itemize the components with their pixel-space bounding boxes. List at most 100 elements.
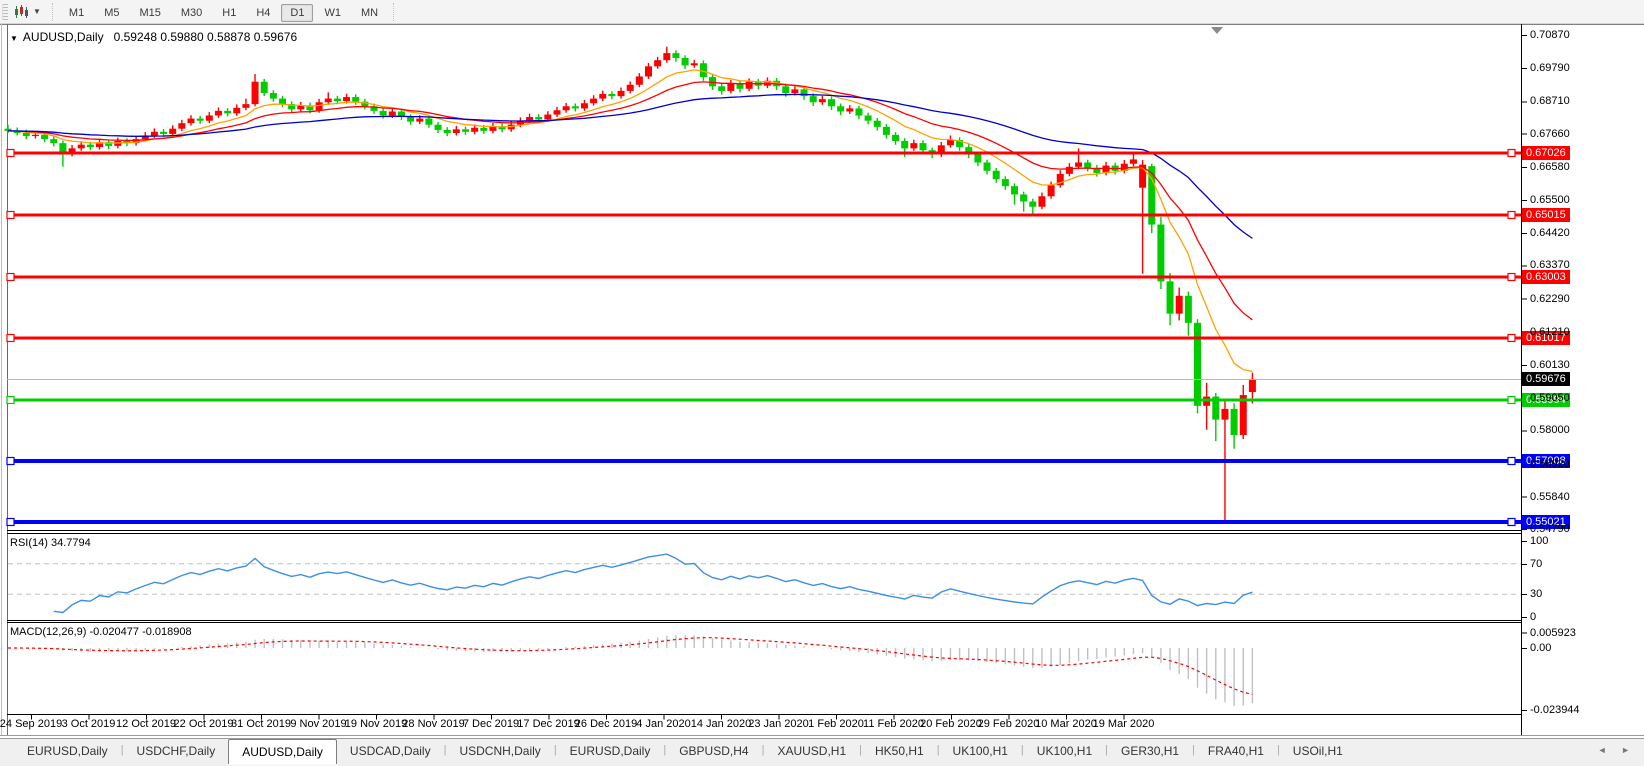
candle	[5, 125, 12, 133]
candle	[554, 107, 561, 117]
period-button-h1[interactable]: H1	[213, 4, 245, 22]
chart-shift-marker-icon[interactable]	[1211, 27, 1223, 34]
chart-type-icon[interactable]	[14, 5, 30, 19]
date-axis-label: 23 Jan 2020	[748, 718, 809, 730]
hline-handle[interactable]	[1508, 212, 1515, 219]
toolbar-separator	[52, 3, 54, 21]
tab-usdchf-daily[interactable]: USDCHF,Daily	[124, 740, 229, 763]
price-axis-tick-0.62290: 0.62290	[1530, 293, 1570, 305]
chart-title-ohlc: 0.59248 0.59880 0.58878 0.59676	[114, 30, 298, 44]
price-line-label-0.63003: 0.63003	[1522, 270, 1570, 284]
tab-scroll-right-icon[interactable]: ►	[1621, 745, 1630, 755]
hline-handle[interactable]	[7, 150, 14, 157]
price-axis-tick-0.69790: 0.69790	[1530, 62, 1570, 74]
chart-tab-bar: EURUSD,Daily|USDCHF,DailyAUDUSD,DailyUSD…	[0, 738, 1644, 766]
tab-xauusd-h1[interactable]: XAUUSD,H1	[764, 740, 859, 763]
hline-0.63003[interactable]	[7, 274, 1521, 281]
symbol-dropdown-icon[interactable]: ▼	[10, 34, 18, 43]
date-axis-label: 4 Jan 2020	[636, 718, 690, 730]
hline-handle[interactable]	[1508, 335, 1515, 342]
hline-handle[interactable]	[7, 397, 14, 404]
candle	[938, 142, 945, 157]
candle	[279, 96, 286, 107]
hline-handle[interactable]	[7, 335, 14, 342]
candle	[718, 84, 725, 95]
period-button-m30[interactable]: M30	[172, 4, 211, 22]
tab-hk50-h1[interactable]: HK50,H1	[862, 740, 937, 763]
candle	[1203, 383, 1210, 430]
period-button-m5[interactable]: M5	[95, 4, 128, 22]
hline-handle[interactable]	[7, 274, 14, 281]
hline-0.67026[interactable]	[7, 150, 1521, 157]
candle	[654, 57, 661, 69]
tab-usoil-h1[interactable]: USOil,H1	[1280, 740, 1356, 763]
candle	[672, 50, 679, 61]
hline-handle[interactable]	[1508, 150, 1515, 157]
price-line-label-0.67026: 0.67026	[1522, 146, 1570, 160]
hline-handle[interactable]	[7, 458, 14, 465]
hline-handle[interactable]	[1508, 519, 1515, 526]
hline-handle[interactable]	[7, 212, 14, 219]
candle	[325, 92, 332, 104]
price-axis-tick-0.66580: 0.66580	[1530, 161, 1570, 173]
candle	[1240, 385, 1247, 439]
tab-uk100-h1[interactable]: UK100,H1	[940, 740, 1021, 763]
candle	[1057, 170, 1064, 188]
date-axis-label: 11 Feb 2020	[863, 718, 924, 730]
tab-eurusd-daily[interactable]: EURUSD,Daily	[557, 740, 664, 763]
period-button-w1[interactable]: W1	[315, 4, 350, 22]
period-button-mn[interactable]: MN	[352, 4, 387, 22]
chart-type-dropdown-icon[interactable]: ▼	[33, 7, 41, 16]
candle	[1176, 288, 1183, 321]
candle	[252, 74, 259, 106]
hline-handle[interactable]	[7, 519, 14, 526]
tab-eurusd-daily[interactable]: EURUSD,Daily	[14, 740, 121, 763]
hline-0.55021[interactable]	[7, 519, 1521, 526]
tab-audusd-daily[interactable]: AUDUSD,Daily	[228, 739, 337, 764]
macd-histogram	[8, 635, 1252, 706]
macd-axis-tick-0.005923: 0.005923	[1530, 627, 1576, 639]
tab-gbpusd-h4[interactable]: GBPUSD,H4	[666, 740, 761, 763]
candle	[233, 104, 240, 115]
period-button-h4[interactable]: H4	[247, 4, 279, 22]
tab-fra40-h1[interactable]: FRA40,H1	[1195, 740, 1277, 763]
period-button-m1[interactable]: M1	[60, 4, 93, 22]
tab-ger30-h1[interactable]: GER30,H1	[1108, 740, 1192, 763]
candle	[270, 90, 277, 101]
hline-0.61017[interactable]	[7, 335, 1521, 342]
rsi-axis-tick-30: 30	[1530, 588, 1542, 600]
period-button-d1[interactable]: D1	[281, 4, 313, 22]
candle	[1130, 154, 1137, 166]
date-axis-label: 10 Mar 2020	[1035, 718, 1097, 730]
hline-0.65015[interactable]	[7, 212, 1521, 219]
date-axis-label: 12 Oct 2019	[116, 718, 176, 730]
tab-usdcad-daily[interactable]: USDCAD,Daily	[337, 740, 444, 763]
date-axis-label: 1 Feb 2020	[808, 718, 864, 730]
price-line-label-0.65015: 0.65015	[1522, 208, 1570, 222]
ma-9-line	[8, 70, 1252, 372]
candle	[727, 80, 734, 94]
hline-handle[interactable]	[1508, 397, 1515, 404]
candle	[618, 88, 625, 99]
tab-uk100-h1[interactable]: UK100,H1	[1024, 740, 1105, 763]
candle	[855, 106, 862, 120]
price-axis-tick-0.68710: 0.68710	[1530, 95, 1570, 107]
macd-axis-tick-0.00: 0.00	[1530, 642, 1551, 654]
tab-scroll-left-icon[interactable]: ◄	[1598, 745, 1607, 755]
hline-handle[interactable]	[1508, 458, 1515, 465]
toolbar-grip[interactable]	[2, 4, 8, 20]
hline-handle[interactable]	[1508, 274, 1515, 281]
hline-0.57008[interactable]	[7, 458, 1521, 465]
candle	[197, 116, 204, 124]
current-price-label: 0.59676	[1522, 372, 1570, 386]
candle	[96, 139, 103, 150]
tab-usdcnh-daily[interactable]: USDCNH,Daily	[446, 740, 553, 763]
candle	[837, 104, 844, 116]
date-axis-label: 3 Oct 2019	[62, 718, 116, 730]
period-button-m15[interactable]: M15	[130, 4, 169, 22]
candle	[874, 118, 881, 131]
candle	[1167, 273, 1174, 325]
candle	[737, 80, 744, 92]
hline-0.58994[interactable]	[7, 397, 1521, 404]
candle	[361, 99, 368, 109]
